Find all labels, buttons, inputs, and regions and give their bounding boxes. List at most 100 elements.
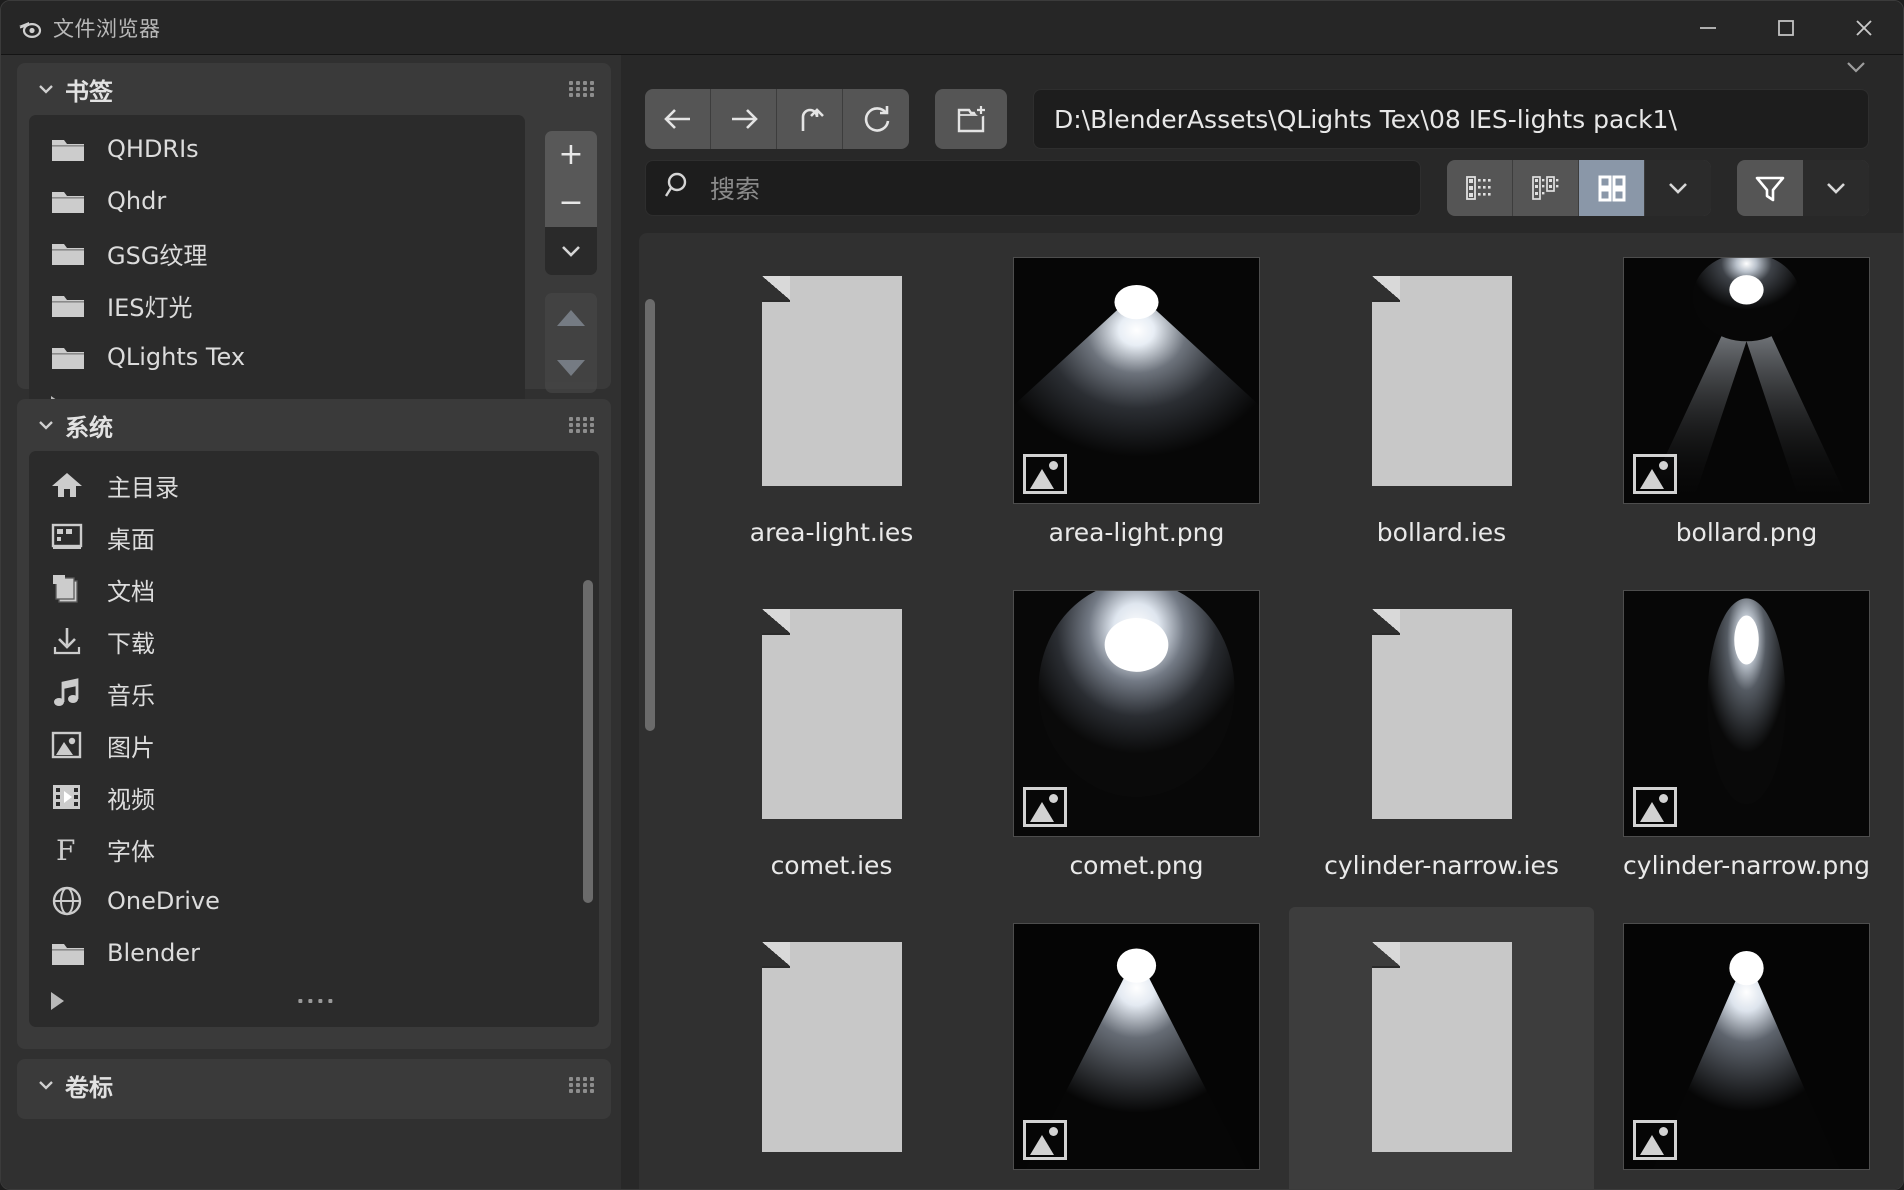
system-item-desktop[interactable]: 桌面 (29, 511, 599, 563)
file-thumbnail (1623, 923, 1870, 1170)
image-badge-icon (1023, 454, 1067, 494)
file-thumbnail (1318, 257, 1565, 504)
file-grid-scrollbar[interactable] (645, 243, 655, 1181)
bookmark-reorder-buttons (545, 293, 597, 393)
volumes-panel-header[interactable]: 卷标 (17, 1059, 611, 1111)
display-mode-horizontal-list[interactable] (1513, 160, 1579, 216)
file-item[interactable]: comet.ies (679, 574, 984, 907)
resize-grip-icon[interactable] (298, 999, 333, 1003)
new-folder-button[interactable] (935, 89, 1007, 149)
chevron-down-icon[interactable] (1843, 57, 1869, 82)
grip-dots-icon[interactable] (569, 1077, 595, 1093)
bookmarks-panel-header[interactable]: 书签 (17, 63, 611, 115)
parent-directory-button[interactable] (777, 89, 843, 149)
search-input[interactable]: 搜索 (645, 160, 1421, 216)
file-name: cylinder-narrow.png (1623, 851, 1870, 880)
globe-icon (51, 886, 93, 916)
add-bookmark-button[interactable]: + (545, 131, 597, 179)
bookmark-label: GSG纹理 (107, 241, 208, 270)
display-mode-vertical-list[interactable] (1447, 160, 1513, 216)
file-thumbnail (1623, 257, 1870, 504)
bookmark-item[interactable]: IES灯光 (29, 279, 525, 331)
system-panel: 系统 主目录 桌面 文档 下载 音乐 图片 视频 F 字体 OneDrive B… (17, 399, 611, 1049)
system-item-music[interactable]: 音乐 (29, 667, 599, 719)
scrollbar-thumb[interactable] (645, 299, 655, 731)
remove-bookmark-button[interactable]: − (545, 179, 597, 227)
file-thumbnail (708, 257, 955, 504)
display-mode-options-button[interactable] (1645, 160, 1711, 216)
system-panel-header[interactable]: 系统 (17, 399, 611, 451)
bookmarks-title: 书签 (65, 77, 113, 106)
bookmark-item[interactable]: Qhdr (29, 175, 525, 227)
header-strip (621, 55, 1903, 83)
search-icon (664, 171, 694, 205)
file-item[interactable]: cylinder-narrow.png (1594, 574, 1899, 907)
file-grid-area: area-light.ies area-light.png bollard.ie… (639, 233, 1903, 1189)
system-item-label: 文档 (107, 577, 155, 606)
system-item-pictures[interactable]: 图片 (29, 719, 599, 771)
back-button[interactable] (645, 89, 711, 149)
file-item[interactable]: area-light.ies (679, 241, 984, 574)
minimize-button[interactable] (1669, 1, 1747, 55)
folder-icon (51, 239, 93, 267)
move-bookmark-down-button[interactable] (545, 343, 597, 393)
system-item-fonts[interactable]: F 字体 (29, 823, 599, 875)
file-name: bollard.ies (1376, 518, 1507, 547)
file-item[interactable] (984, 907, 1289, 1189)
document-file-icon (1371, 608, 1512, 819)
file-thumbnail (708, 923, 955, 1170)
system-item-label: 桌面 (107, 525, 155, 554)
window-body: 书签 QHDRIs Qhdr GSG纹理 IES灯光 QLights Tex +… (1, 55, 1903, 1189)
bookmark-more-button[interactable] (545, 227, 597, 275)
document-file-icon (1371, 941, 1512, 1152)
bookmark-item[interactable]: QLights Tex (29, 331, 525, 383)
system-item-downloads[interactable]: 下载 (29, 615, 599, 667)
file-thumbnail (1623, 590, 1870, 837)
system-item-videos[interactable]: 视频 (29, 771, 599, 823)
system-item-blender[interactable]: Blender (29, 927, 599, 979)
maximize-button[interactable] (1747, 1, 1825, 55)
file-item[interactable]: bollard.png (1594, 241, 1899, 574)
chevron-down-icon[interactable] (33, 414, 59, 436)
path-field[interactable]: D:\BlenderAssets\QLights Tex\08 IES-ligh… (1033, 89, 1869, 149)
chevron-down-icon[interactable] (33, 1074, 59, 1096)
file-thumbnail (1318, 923, 1565, 1170)
move-bookmark-up-button[interactable] (545, 293, 597, 343)
filter-toggle-button[interactable] (1737, 160, 1803, 216)
triangle-right-icon[interactable] (51, 992, 64, 1010)
file-item[interactable]: comet.png (984, 574, 1289, 907)
close-button[interactable] (1825, 1, 1903, 55)
scrollbar-thumb[interactable] (583, 579, 593, 904)
refresh-button[interactable] (843, 89, 909, 149)
film-icon (51, 783, 93, 811)
bookmark-item[interactable]: GSG纹理 (29, 227, 525, 279)
volumes-panel: 卷标 (17, 1059, 611, 1119)
bookmark-label: QHDRIs (107, 135, 199, 163)
file-item[interactable]: cylinder-narrow.ies (1289, 574, 1594, 907)
system-item-home[interactable]: 主目录 (29, 459, 599, 511)
window-controls (1669, 1, 1903, 55)
system-item-label: 视频 (107, 785, 155, 814)
grip-dots-icon[interactable] (569, 81, 595, 97)
download-icon (51, 626, 93, 656)
document-file-icon (1371, 275, 1512, 486)
desktop-icon (51, 523, 93, 551)
display-mode-thumbnail-grid[interactable] (1579, 160, 1645, 216)
filter-options-button[interactable] (1803, 160, 1869, 216)
chevron-down-icon[interactable] (33, 78, 59, 100)
system-item-label: 主目录 (107, 473, 179, 502)
file-item[interactable]: area-light.png (984, 241, 1289, 574)
bookmark-item[interactable]: QHDRIs (29, 123, 525, 175)
forward-button[interactable] (711, 89, 777, 149)
system-item-onedrive[interactable]: OneDrive (29, 875, 599, 927)
image-badge-icon (1023, 1120, 1067, 1160)
file-item[interactable] (679, 907, 984, 1189)
file-item[interactable]: bollard.ies (1289, 241, 1594, 574)
grip-dots-icon[interactable] (569, 417, 595, 433)
file-item[interactable] (1289, 907, 1594, 1189)
file-name: cylinder-narrow.ies (1324, 851, 1559, 880)
system-item-documents[interactable]: 文档 (29, 563, 599, 615)
file-item[interactable] (1594, 907, 1899, 1189)
svg-text:F: F (56, 834, 75, 864)
system-list-scrollbar[interactable] (583, 465, 593, 987)
